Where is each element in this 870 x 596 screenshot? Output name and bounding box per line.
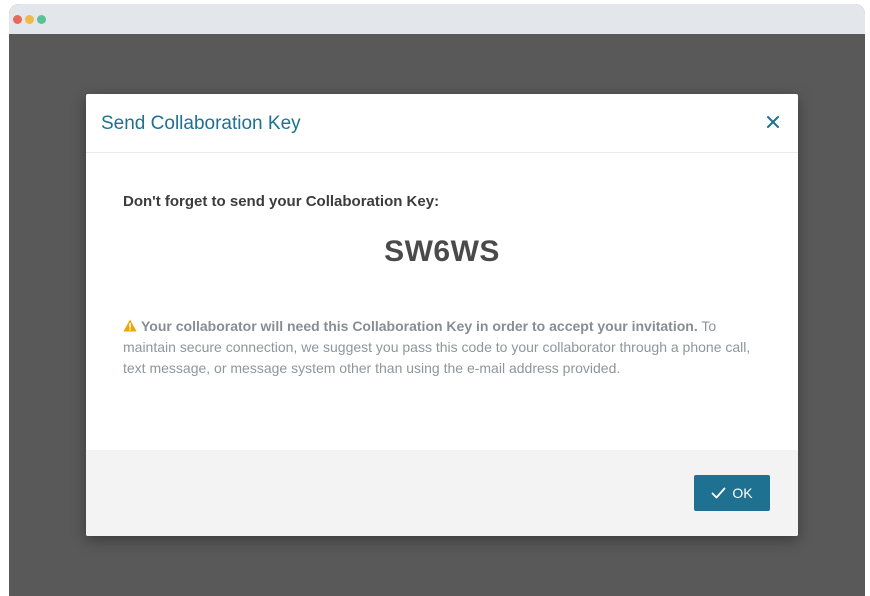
collaboration-key-dialog: Send Collaboration Key Don't forget to s… (86, 94, 798, 536)
window-titlebar (9, 4, 865, 34)
ok-button-label: OK (732, 485, 753, 501)
key-prompt: Don't forget to send your Collaboration … (123, 193, 440, 210)
window-zoom-button[interactable] (37, 15, 46, 24)
window-close-button[interactable] (13, 15, 22, 24)
check-icon (711, 487, 726, 499)
ok-button[interactable]: OK (694, 475, 770, 511)
dialog-footer: OK (86, 450, 798, 536)
window-minimize-button[interactable] (25, 15, 34, 24)
window-controls (13, 15, 46, 24)
warning-icon (123, 319, 137, 332)
app-window: Send Collaboration Key Don't forget to s… (9, 4, 865, 596)
dialog-title: Send Collaboration Key (101, 113, 301, 134)
notice-emphasis: Your collaborator will need this Collabo… (141, 318, 698, 334)
security-notice: Your collaborator will need this Collabo… (123, 316, 763, 379)
dialog-header: Send Collaboration Key (86, 94, 798, 153)
close-icon (767, 116, 779, 128)
collaboration-key: SW6WS (384, 235, 500, 268)
dialog-close-button[interactable] (762, 111, 784, 133)
